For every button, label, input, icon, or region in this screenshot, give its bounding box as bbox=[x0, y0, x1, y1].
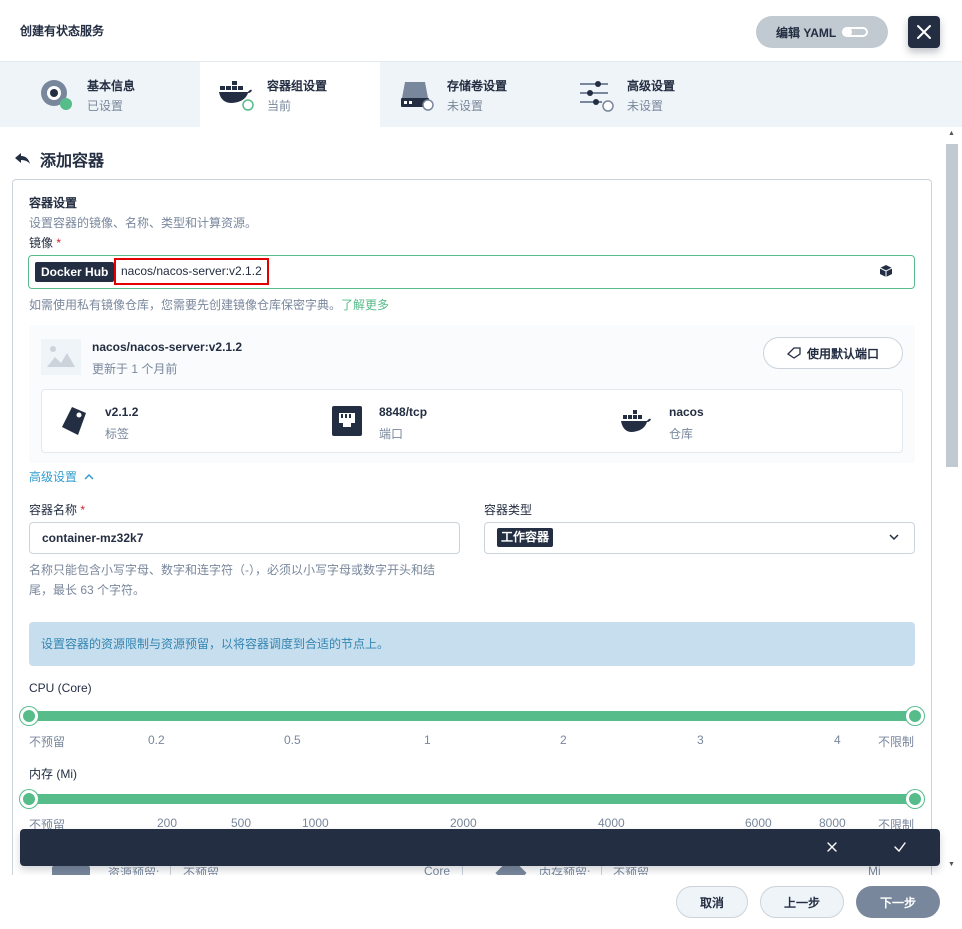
memory-tick-label: 6000 bbox=[745, 816, 772, 830]
tab-label: 容器组设置 bbox=[267, 79, 328, 93]
cube-icon[interactable] bbox=[879, 264, 893, 278]
cancel-button[interactable]: 取消 bbox=[676, 886, 748, 918]
memory-tick-label: 1000 bbox=[302, 816, 329, 830]
stat-repo-value: nacos bbox=[669, 405, 704, 419]
stat-repo-label: 仓库 bbox=[669, 427, 694, 441]
docker-icon bbox=[219, 81, 254, 111]
memory-slider-max-handle[interactable] bbox=[906, 790, 924, 808]
image-stats: v2.1.2 标签 8848/tcp 端口 nacos 仓库 bbox=[41, 389, 903, 453]
memory-tick-label: 2000 bbox=[450, 816, 477, 830]
learn-more-link[interactable]: 了解更多 bbox=[341, 298, 389, 312]
cpu-tick-label: 0.2 bbox=[148, 733, 165, 747]
back-arrow-icon bbox=[15, 153, 30, 164]
cpu-slider-max-handle[interactable] bbox=[906, 707, 924, 725]
edit-yaml-label: 编辑 YAML bbox=[776, 25, 837, 40]
tab-label: 基本信息 bbox=[87, 79, 136, 93]
cpu-tick-label: 0.5 bbox=[284, 733, 301, 747]
stat-port-label: 端口 bbox=[379, 427, 404, 441]
resource-info-banner: 设置容器的资源限制与资源预留，以将容器调度到合适的节点上。 bbox=[29, 622, 915, 666]
cpu-tick-label: 3 bbox=[697, 733, 704, 747]
cpu-tick-label: 不预留 bbox=[29, 735, 66, 749]
close-icon[interactable] bbox=[825, 840, 839, 854]
tab-status: 未设置 bbox=[447, 99, 484, 113]
private-registry-hint-text: 如需使用私有镜像仓库，您需要先创建镜像仓库保密字典。 bbox=[29, 298, 342, 312]
container-settings-desc: 设置容器的镜像、名称、类型和计算资源。 bbox=[29, 216, 258, 230]
basic-info-icon bbox=[41, 80, 72, 110]
image-updated: 更新于 1 个月前 bbox=[92, 362, 178, 376]
required-mark: * bbox=[56, 236, 62, 250]
storage-icon bbox=[401, 82, 434, 111]
previous-button[interactable]: 上一步 bbox=[760, 886, 844, 918]
registry-tag[interactable]: Docker Hub bbox=[35, 262, 115, 282]
image-name: nacos/nacos-server:v2.1.2 bbox=[92, 340, 243, 354]
sliders-icon bbox=[580, 81, 614, 112]
tab-storage-settings[interactable]: 存储卷设置 未设置 bbox=[380, 62, 560, 127]
next-button[interactable]: 下一步 bbox=[856, 886, 940, 918]
edit-yaml-toggle[interactable]: 编辑 YAML bbox=[756, 16, 888, 48]
memory-slider-min-handle[interactable] bbox=[20, 790, 38, 808]
tab-status: 当前 bbox=[267, 99, 292, 113]
advanced-settings-toggle[interactable]: 高级设置 bbox=[29, 468, 94, 485]
tag-icon bbox=[786, 347, 801, 359]
container-type-label: 容器类型 bbox=[484, 503, 533, 517]
memory-label: 内存 (Mi) bbox=[29, 767, 77, 781]
back-title-text: 添加容器 bbox=[40, 153, 105, 170]
memory-tick-label: 500 bbox=[231, 816, 252, 830]
required-mark: * bbox=[80, 503, 86, 517]
chevron-up-icon bbox=[84, 473, 94, 480]
back-title[interactable]: 添加容器 bbox=[14, 147, 104, 171]
cpu-reserve-icon bbox=[52, 866, 90, 875]
memory-slider-track[interactable] bbox=[29, 794, 915, 804]
cpu-tick-label: 2 bbox=[560, 733, 567, 747]
container-settings-title: 容器设置 bbox=[29, 196, 78, 210]
use-default-ports-button[interactable]: 使用默认端口 bbox=[763, 337, 903, 369]
cpu-label: CPU (Core) bbox=[29, 681, 92, 695]
container-name-hint: 名称只能包含小写字母、数字和连字符（-），必须以小写字母或数字开头和结尾，最长 … bbox=[29, 563, 435, 597]
scroll-down-arrow-icon[interactable]: ▼ bbox=[948, 861, 955, 868]
check-icon[interactable] bbox=[893, 840, 907, 854]
memory-tick-label: 200 bbox=[157, 816, 178, 830]
docker-repo-icon bbox=[621, 410, 651, 432]
tab-basic-info[interactable]: 基本信息 已设置 bbox=[20, 62, 200, 127]
port-icon bbox=[332, 406, 362, 436]
cpu-slider-track[interactable] bbox=[29, 711, 915, 721]
scroll-up-arrow-icon[interactable]: ▲ bbox=[948, 130, 955, 137]
modal-title: 创建有状态服务 bbox=[20, 24, 105, 38]
tab-label: 存储卷设置 bbox=[447, 79, 508, 93]
container-name-label-text: 容器名称 bbox=[29, 503, 78, 517]
container-name-input[interactable]: container-mz32k7 bbox=[29, 522, 460, 554]
stat-tag-label: 标签 bbox=[105, 427, 130, 441]
stat-port-value: 8848/tcp bbox=[379, 405, 428, 419]
memory-tick-label: 4000 bbox=[598, 816, 625, 830]
stat-tag-value: v2.1.2 bbox=[105, 405, 139, 419]
container-name-label: 容器名称 * bbox=[29, 501, 85, 518]
image-value[interactable]: nacos/nacos-server:v2.1.2 bbox=[114, 258, 269, 285]
confirm-bar bbox=[20, 829, 940, 866]
scrollbar-thumb[interactable] bbox=[946, 144, 958, 467]
tab-label: 高级设置 bbox=[627, 79, 676, 93]
close-button[interactable] bbox=[908, 16, 940, 48]
image-label-text: 镜像 bbox=[29, 236, 54, 250]
cpu-slider-min-handle[interactable] bbox=[20, 707, 38, 725]
image-placeholder-icon bbox=[41, 339, 81, 375]
tab-pod-settings[interactable]: 容器组设置 当前 bbox=[200, 62, 380, 127]
memory-tick-label: 8000 bbox=[819, 816, 846, 830]
step-tabs: 基本信息 已设置 容器组设置 当前 存储卷设置 未设置 高级设置 未设置 bbox=[0, 62, 962, 127]
image-label: 镜像 * bbox=[29, 234, 61, 251]
private-registry-hint: 如需使用私有镜像仓库，您需要先创建镜像仓库保密字典。了解更多 bbox=[29, 296, 389, 313]
chevron-down-icon bbox=[889, 534, 899, 541]
container-type-value: 工作容器 bbox=[497, 528, 554, 547]
toggle-switch-icon bbox=[842, 27, 868, 37]
tag-icon bbox=[62, 407, 86, 435]
cpu-tick-label: 4 bbox=[834, 733, 841, 747]
advanced-settings-label: 高级设置 bbox=[29, 470, 78, 484]
tab-status: 未设置 bbox=[627, 99, 664, 113]
cpu-tick-label: 1 bbox=[424, 733, 431, 747]
tab-status: 已设置 bbox=[87, 99, 124, 113]
close-icon bbox=[917, 25, 931, 39]
tab-advanced-settings[interactable]: 高级设置 未设置 bbox=[560, 62, 740, 127]
cpu-tick-label: 不限制 bbox=[878, 735, 915, 749]
use-default-ports-label: 使用默认端口 bbox=[806, 346, 879, 361]
